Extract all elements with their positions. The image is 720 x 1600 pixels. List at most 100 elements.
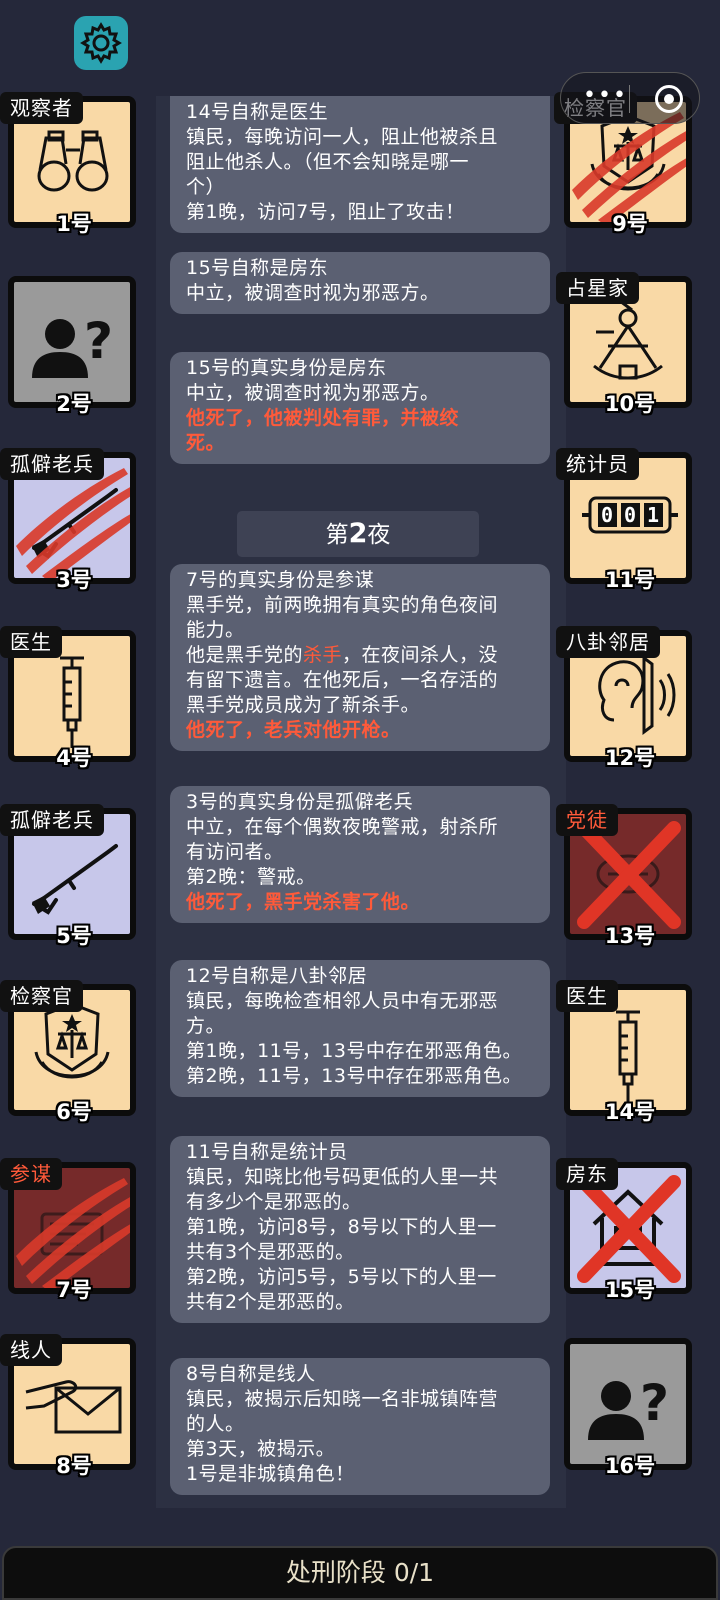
player-number: 12号 [604, 746, 656, 770]
role-tag: 房东 [556, 1158, 618, 1190]
log-line: 11号自称是统计员 [186, 1141, 348, 1163]
player-slot[interactable]: 检察官 6号 [0, 980, 140, 1124]
phase-bar: 处刑阶段 0/1 [2, 1546, 718, 1600]
rifle-icon [32, 844, 118, 915]
player-slot[interactable]: 线人 8号 [0, 1334, 140, 1478]
log-line: 第1晚，访问7号，阻止了攻击！ [186, 201, 465, 223]
player-slot[interactable]: 孤僻老兵 3号 [0, 448, 140, 592]
log-line: 镇民，每晚检查相邻人员中有无邪恶 [186, 990, 499, 1012]
log-message: 8号自称是线人 镇民，被揭示后知晓一名非城镇阵营 的人。 第3天，被揭示。 1号是非城镇… [170, 1358, 550, 1495]
log-line: 7号的真实身份是参谋 [186, 569, 375, 591]
unknown-person-icon: ? [588, 1374, 669, 1440]
player-slot[interactable]: 医生 14号 [556, 980, 696, 1124]
player-slot[interactable]: 观察者 1号 [0, 92, 140, 236]
log-line: 个） [186, 176, 226, 198]
role-tag: 八卦邻居 [556, 626, 660, 658]
player-number: 15号 [604, 1278, 656, 1302]
player-number: 13号 [604, 924, 656, 948]
player-number: 5号 [56, 924, 92, 948]
role-tag: 检察官 [0, 980, 83, 1012]
log-message: 11号自称是统计员 镇民，知晓比他号码更低的人里一共 有多少个是邪恶的。 第1晚，访问… [170, 1136, 550, 1323]
log-line: 共有2个是邪恶的。 [186, 1291, 355, 1313]
log-line: 第2晚：警戒。 [186, 866, 316, 888]
binoculars-icon [37, 130, 109, 192]
capsule-divider [629, 85, 630, 113]
svg-text:0: 0 [601, 503, 613, 527]
svg-text:1: 1 [647, 503, 659, 527]
role-tag: 孤僻老兵 [0, 448, 104, 480]
log-message: 14号自称是医生镇民，每晚访问一人，阻止他被杀且 阻止他杀人。（但不会知晓是哪一个… [170, 96, 550, 233]
role-tag: 统计员 [556, 448, 639, 480]
player-slot[interactable]: ? 2号 [0, 272, 140, 416]
player-slot[interactable]: 参谋 7号 [0, 1158, 140, 1302]
player-number: 8号 [56, 1454, 92, 1478]
log-line: 3号的真实身份是孤僻老兵 [186, 791, 414, 813]
night-number: 2 [348, 518, 368, 549]
player-number: 6号 [56, 1100, 92, 1124]
log-line: 第2晚，访问5号，5号以下的人里一 [186, 1266, 497, 1288]
game-screen: 14号自称是医生镇民，每晚访问一人，阻止他被杀且 阻止他杀人。（但不会知晓是哪一个… [0, 0, 720, 1600]
role-highlight: 杀手 [303, 644, 343, 666]
log-message: 12号自称是八卦邻居 镇民，每晚检查相邻人员中有无邪恶 方。 第1晚，11号，13号中… [170, 960, 550, 1097]
target-icon[interactable] [655, 85, 683, 113]
log-line: 阻止他杀人。（但不会知晓是哪一 [186, 151, 470, 173]
log-line: 有留下遗言。在他死后，一名存活的 [186, 669, 499, 691]
player-number: 2号 [56, 392, 92, 416]
player-slot[interactable]: ? 16号 [556, 1334, 696, 1478]
miniprogram-capsule[interactable]: ••• [560, 72, 700, 124]
player-number: 9号 [612, 212, 648, 236]
sextant-icon [593, 296, 663, 380]
log-line: 中立，在每个偶数夜晚警戒，射杀所 [186, 816, 499, 838]
log-line: 中立，被调查时视为邪恶方。 [186, 282, 440, 304]
player-slot[interactable]: 医生 4号 [0, 626, 140, 770]
player-slot[interactable]: 占星家 10号 [556, 272, 696, 416]
log-line: 镇民，每晚访问一人，阻止他被杀且 [186, 126, 499, 148]
player-number: 10号 [604, 392, 656, 416]
log-line: 共有3个是邪恶的。 [186, 1241, 355, 1263]
log-line: 12号自称是八卦邻居 [186, 965, 368, 987]
log-line: 1号是非城镇角色！ [186, 1463, 355, 1485]
log-line: 第1晚，访问8号，8号以下的人里一 [186, 1216, 497, 1238]
player-slot[interactable]: 党徒 13号 [556, 804, 696, 948]
role-tag: 医生 [556, 980, 618, 1012]
log-line: 他死了，老兵对他开枪。 [186, 719, 401, 741]
player-number: 7号 [56, 1278, 92, 1302]
svg-text:0: 0 [624, 503, 636, 527]
log-line: 能力。 [186, 619, 245, 641]
role-tag: 党徒 [556, 804, 618, 836]
player-number: 3号 [56, 568, 92, 592]
syringe-icon [616, 1010, 640, 1102]
log-line: 他是黑手党的杀手，在夜间杀人，没 [186, 644, 499, 666]
log-line: 镇民，知晓比他号码更低的人里一共 [186, 1166, 499, 1188]
log-line: 14号自称是医生 [186, 101, 329, 123]
player-slot[interactable]: 房东 15号 [556, 1158, 696, 1302]
eliminated-cross-icon [577, 1175, 681, 1283]
role-tag: 参谋 [0, 1158, 62, 1190]
player-slot[interactable]: 孤僻老兵 5号 [0, 804, 140, 948]
player-number: 11号 [604, 568, 656, 592]
phase-label: 处刑阶段 0/1 [285, 1558, 435, 1587]
log-line: 中立，被调查时视为邪恶方。 [186, 382, 440, 404]
log-line: 黑手党成员成为了新杀手。 [186, 694, 421, 716]
log-line: 他死了，黑手党杀害了他。 [186, 891, 421, 913]
event-log[interactable]: 14号自称是医生镇民，每晚访问一人，阻止他被杀且 阻止他杀人。（但不会知晓是哪一个… [156, 96, 566, 1508]
player-number: 14号 [604, 1100, 656, 1124]
log-line: 8号自称是线人 [186, 1363, 316, 1385]
log-line: 第3天，被揭示。 [186, 1438, 336, 1460]
player-slot[interactable]: 八卦邻居 12号 [556, 626, 696, 770]
night-banner: 第2夜 [237, 511, 479, 557]
log-line: 死。 [186, 432, 226, 454]
role-tag: 占星家 [556, 272, 639, 304]
gear-icon [80, 22, 122, 64]
unknown-person-icon: ? [32, 312, 113, 378]
log-line: 方。 [186, 1015, 226, 1037]
player-slot[interactable]: 0 0 1 统计员 11号 [556, 448, 696, 592]
counter-digits: 001 [601, 503, 659, 527]
player-number: 16号 [604, 1454, 656, 1478]
svg-text:?: ? [84, 312, 113, 370]
player-number: 4号 [56, 746, 92, 770]
log-line: 的人。 [186, 1413, 245, 1435]
settings-button[interactable] [74, 16, 128, 70]
log-line: 15号自称是房东 [186, 257, 329, 279]
more-dots-icon[interactable]: ••• [583, 83, 628, 108]
